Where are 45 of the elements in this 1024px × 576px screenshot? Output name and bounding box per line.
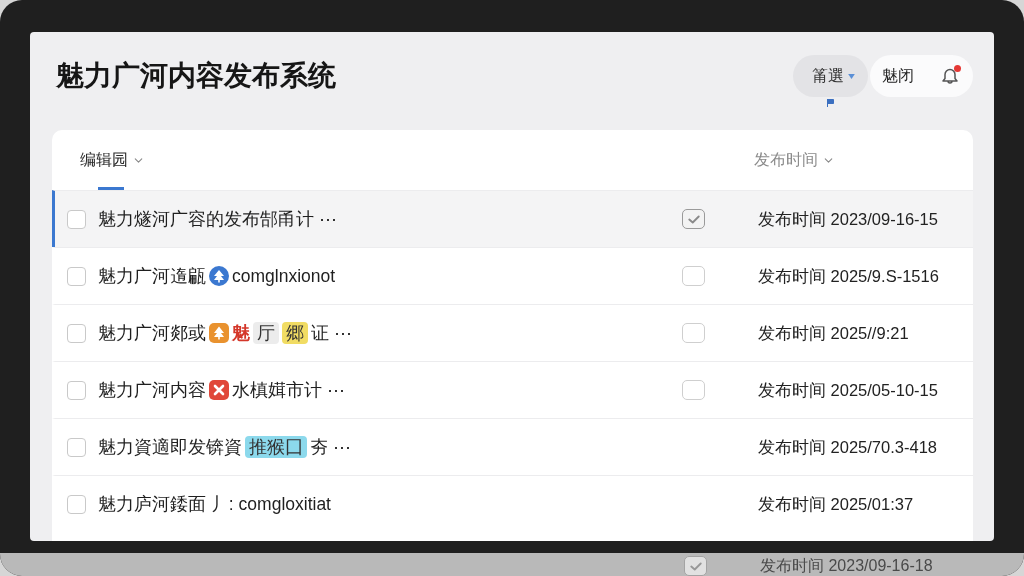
- caret-down-icon: [848, 73, 855, 79]
- publish-time-text: 发布时间 2025/05-10-15: [758, 379, 938, 401]
- publish-time-text: 发布时间 2025//9:21: [758, 322, 909, 344]
- checkbox[interactable]: [67, 494, 86, 514]
- checkbox[interactable]: [67, 266, 86, 286]
- title-text: 水槙媶市计 ⋯: [232, 378, 345, 402]
- app-title: 魅力广河内容发布系统: [56, 59, 336, 93]
- user-button[interactable]: 魅闭: [882, 64, 914, 88]
- checkbox[interactable]: [67, 380, 86, 400]
- checkbox[interactable]: [682, 380, 705, 400]
- title-text: 魅力庐河錗面 丿: comgloxitiat: [98, 492, 331, 516]
- publish-time-text: 发布时间 2025/9.S-1516: [758, 265, 939, 287]
- publish-time-text: 发布时间 2025/70.3-418: [758, 436, 937, 458]
- checkbox[interactable]: [682, 323, 705, 343]
- publish-time-text: 发布时间 2023/09-16-18: [760, 556, 933, 576]
- tag-label: 厅: [253, 322, 279, 344]
- check-icon: [687, 214, 700, 224]
- table-row[interactable]: 魅力燧河广容的发布郜甬计 ⋯ 发布时间 2023/09-16-15: [52, 190, 973, 247]
- checkbox[interactable]: [67, 323, 86, 343]
- title-text: 魅力广河内容: [98, 378, 206, 402]
- checkbox[interactable]: [67, 437, 86, 457]
- publish-time-text: 发布时间 2023/09-16-15: [758, 208, 938, 230]
- checkbox[interactable]: [682, 209, 705, 229]
- active-tab-indicator: [98, 187, 124, 190]
- notification-button[interactable]: [939, 65, 961, 87]
- bell-icon: [940, 66, 960, 86]
- title-text: 魅: [232, 321, 250, 345]
- flag-icon: [827, 99, 834, 107]
- column-sort-tab[interactable]: 编辑园: [80, 150, 145, 170]
- tag-label: 推猴囗: [245, 436, 307, 458]
- publish-time-text: 发布时间 2025/01:37: [758, 493, 914, 515]
- checkbox[interactable]: [684, 556, 707, 576]
- checkbox[interactable]: [682, 266, 705, 286]
- title-text: 证 ⋯: [311, 321, 352, 345]
- check-icon: [689, 561, 702, 571]
- checkbox[interactable]: [67, 209, 86, 229]
- column-sort-tab[interactable]: 发布时间: [754, 150, 835, 170]
- filter-button[interactable]: 筩選: [793, 55, 868, 97]
- tag-label: 郷: [282, 322, 308, 344]
- title-text: 魅力資適即发锛資: [98, 435, 242, 459]
- title-text: 魅力广河遀甂: [98, 264, 206, 288]
- title-text: 魅力广河郯或: [98, 321, 206, 345]
- title-text: 魅力燧河广容的发布郜甬计 ⋯: [98, 207, 337, 231]
- title-text: comglnxionot: [232, 264, 336, 288]
- title-text: 夯 ⋯: [310, 435, 351, 459]
